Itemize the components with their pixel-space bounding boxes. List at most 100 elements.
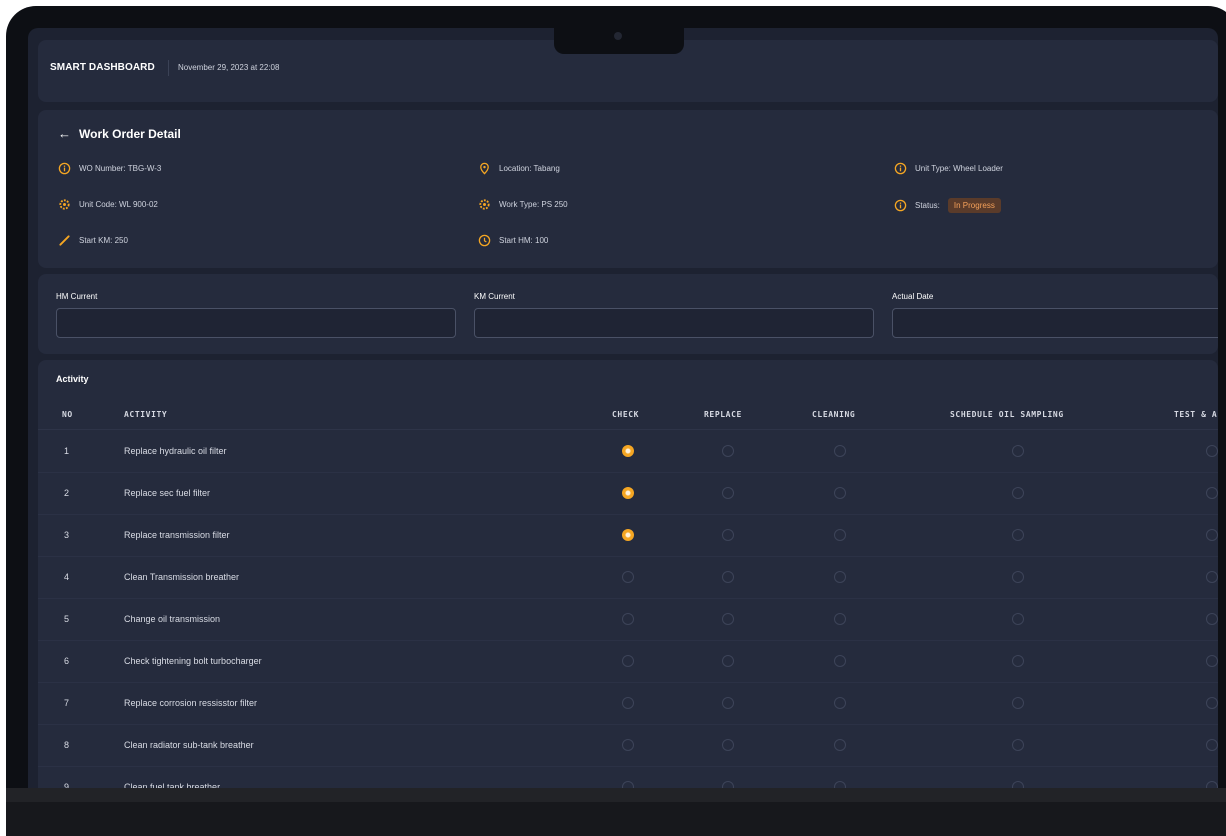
- header-datetime: November 29, 2023 at 22:08: [178, 63, 280, 72]
- activity-name: Replace transmission filter: [124, 530, 230, 540]
- activity-name: Clean Transmission breather: [124, 572, 240, 582]
- cleaning-radio[interactable]: [834, 445, 846, 457]
- row-number: 3: [64, 530, 70, 540]
- cleaning-radio[interactable]: [834, 487, 846, 499]
- back-arrow-icon[interactable]: ←: [58, 126, 71, 141]
- row-number: 8: [64, 740, 70, 750]
- activity-name: Check tightening bolt turbocharger: [124, 656, 262, 666]
- laptop-frame: SMART DASHBOARD November 29, 2023 at 22:…: [6, 6, 1226, 836]
- actual-date-label: Actual Date: [892, 292, 934, 301]
- km-current-label: KM Current: [474, 292, 515, 301]
- test-radio[interactable]: [1206, 445, 1218, 457]
- sampling-radio[interactable]: [1012, 613, 1024, 625]
- status-label: Status:: [915, 201, 940, 210]
- activity-name: Change oil transmission: [124, 614, 221, 624]
- replace-radio[interactable]: [722, 529, 734, 541]
- check-radio[interactable]: [622, 529, 634, 541]
- test-radio[interactable]: [1206, 697, 1218, 709]
- col-no: NO: [62, 410, 73, 419]
- test-radio[interactable]: [1206, 487, 1218, 499]
- activity-name: Replace corrosion ressisstor filter: [124, 698, 258, 708]
- readings-form: HM Current KM Current Actual Date: [38, 274, 1218, 354]
- unit-code-field: Unit Code: WL 900-02: [58, 198, 158, 211]
- sampling-radio[interactable]: [1012, 445, 1024, 457]
- cleaning-radio[interactable]: [834, 655, 846, 667]
- laptop-hinge: [6, 788, 1226, 802]
- activity-name: Replace hydraulic oil filter: [124, 446, 227, 456]
- row-number: 5: [64, 614, 70, 624]
- check-radio[interactable]: [622, 655, 634, 667]
- status-badge: In Progress: [947, 198, 1001, 213]
- cleaning-radio[interactable]: [834, 571, 846, 583]
- work-type-field: Work Type: PS 250: [478, 198, 568, 211]
- col-schedule-oil-sampling: SCHEDULE OIL SAMPLING: [950, 410, 1064, 419]
- check-radio[interactable]: [622, 613, 634, 625]
- camera-notch: [554, 22, 684, 54]
- replace-radio[interactable]: [722, 697, 734, 709]
- row-number: 1: [64, 446, 70, 456]
- col-cleaning: CLEANING: [812, 410, 856, 419]
- check-radio[interactable]: [622, 697, 634, 709]
- check-radio[interactable]: [622, 445, 634, 457]
- unit-type-field: Unit Type: Wheel Loader: [894, 162, 1003, 175]
- test-radio[interactable]: [1206, 739, 1218, 751]
- header-divider: [168, 60, 169, 76]
- table-row: 8 Clean radiator sub-tank breather: [38, 725, 1218, 767]
- test-radio[interactable]: [1206, 571, 1218, 583]
- info-icon: [894, 199, 907, 212]
- start-km-text: Start KM: 250: [79, 236, 128, 245]
- location-text: Location: Tabang: [499, 164, 560, 173]
- wo-number-field: WO Number: TBG-W-3: [58, 162, 161, 175]
- test-radio[interactable]: [1206, 529, 1218, 541]
- sampling-radio[interactable]: [1012, 487, 1024, 499]
- check-radio[interactable]: [622, 739, 634, 751]
- activity-title: Activity: [56, 374, 89, 384]
- sampling-radio[interactable]: [1012, 739, 1024, 751]
- app-brand: SMART DASHBOARD: [50, 62, 155, 73]
- work-type-text: Work Type: PS 250: [499, 200, 568, 209]
- replace-radio[interactable]: [722, 613, 734, 625]
- replace-radio[interactable]: [722, 571, 734, 583]
- sampling-radio[interactable]: [1012, 571, 1024, 583]
- unit-type-text: Unit Type: Wheel Loader: [915, 164, 1003, 173]
- sampling-radio[interactable]: [1012, 655, 1024, 667]
- ruler-icon: [59, 235, 70, 246]
- table-row: 3 Replace transmission filter: [38, 515, 1218, 557]
- unit-code-text: Unit Code: WL 900-02: [79, 200, 158, 209]
- activity-table-card: Activity NO ACTIVITY CHECK REPLACE CLEAN…: [38, 360, 1218, 828]
- test-radio[interactable]: [1206, 655, 1218, 667]
- status-field: Status: In Progress: [894, 198, 1001, 213]
- actual-date-input[interactable]: [892, 308, 1218, 338]
- table-row: 5 Change oil transmission: [38, 599, 1218, 641]
- info-icon: [894, 162, 907, 175]
- activity-name: Clean radiator sub-tank breather: [124, 740, 254, 750]
- check-radio[interactable]: [622, 571, 634, 583]
- replace-radio[interactable]: [722, 445, 734, 457]
- table-row: 1 Replace hydraulic oil filter: [38, 431, 1218, 473]
- replace-radio[interactable]: [722, 487, 734, 499]
- location-pin-icon: [480, 162, 489, 175]
- hm-current-label: HM Current: [56, 292, 98, 301]
- cleaning-radio[interactable]: [834, 529, 846, 541]
- col-replace: REPLACE: [704, 410, 742, 419]
- table-row: 6 Check tightening bolt turbocharger: [38, 641, 1218, 683]
- km-current-input[interactable]: [474, 308, 874, 338]
- check-radio[interactable]: [622, 487, 634, 499]
- hm-current-input[interactable]: [56, 308, 456, 338]
- camera-dot: [614, 32, 622, 40]
- replace-radio[interactable]: [722, 739, 734, 751]
- cleaning-radio[interactable]: [834, 739, 846, 751]
- wo-number-text: WO Number: TBG-W-3: [79, 164, 162, 173]
- sampling-radio[interactable]: [1012, 697, 1024, 709]
- page-title: Work Order Detail: [79, 126, 181, 141]
- start-hm-text: Start HM: 100: [499, 236, 549, 245]
- cleaning-radio[interactable]: [834, 697, 846, 709]
- replace-radio[interactable]: [722, 655, 734, 667]
- table-row: 2 Replace sec fuel filter: [38, 473, 1218, 515]
- test-radio[interactable]: [1206, 613, 1218, 625]
- cleaning-radio[interactable]: [834, 613, 846, 625]
- table-row: 4 Clean Transmission breather: [38, 557, 1218, 599]
- row-number: 2: [64, 488, 70, 498]
- start-km-field: Start KM: 250: [58, 234, 128, 247]
- sampling-radio[interactable]: [1012, 529, 1024, 541]
